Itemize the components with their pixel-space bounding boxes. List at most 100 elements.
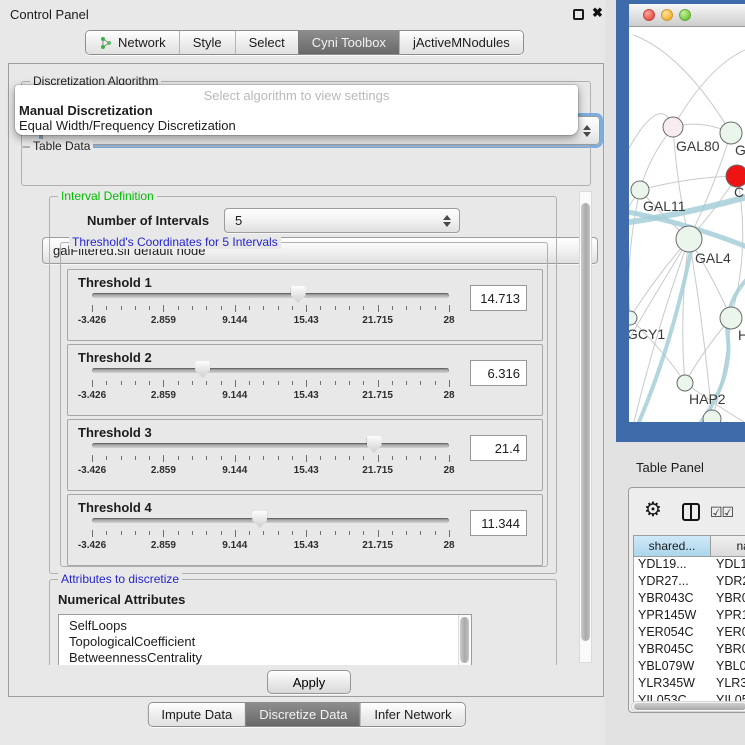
- slider-thumb[interactable]: [252, 511, 267, 528]
- threshold-4-value-input[interactable]: 11.344: [470, 510, 527, 536]
- table-cell[interactable]: YPR145W: [712, 608, 745, 625]
- tick-mark: [392, 381, 393, 385]
- table-horizontal-scrollbar[interactable]: [631, 701, 745, 712]
- tick-mark: [135, 531, 136, 535]
- threshold-3-slider[interactable]: -3.4262.8599.14415.4321.71528: [92, 434, 449, 478]
- threshold-4-slider[interactable]: -3.4262.8599.14415.4321.71528: [92, 509, 449, 553]
- numerical-attributes-list[interactable]: SelfLoopsTopologicalCoefficientBetweenne…: [58, 614, 472, 665]
- num-intervals-combo[interactable]: 5: [224, 208, 460, 233]
- threshold-2-value-input[interactable]: 6.316: [470, 360, 527, 386]
- network-edge[interactable]: [673, 49, 745, 127]
- threshold-1-slider[interactable]: -3.4262.8599.14415.4321.71528: [92, 284, 449, 328]
- network-node-hap2[interactable]: [677, 375, 693, 391]
- slider-track[interactable]: [92, 518, 449, 523]
- table-row[interactable]: YBL079WYBL079W: [634, 659, 745, 676]
- scrollbar-thumb[interactable]: [460, 617, 469, 663]
- network-node-gcy1[interactable]: [629, 311, 637, 325]
- table-cell[interactable]: YPR145W: [634, 608, 712, 625]
- column-layout-icon[interactable]: [682, 503, 700, 521]
- tab-jactivemnodules[interactable]: jActiveMNodules: [399, 31, 523, 54]
- tab-network[interactable]: Network: [86, 31, 179, 54]
- tab-cyni-toolbox[interactable]: Cyni Toolbox: [298, 31, 399, 54]
- table-cell[interactable]: YBR045C: [712, 642, 745, 659]
- tick-label: 28: [443, 390, 454, 401]
- table-cell[interactable]: YDL19: [712, 557, 745, 574]
- slider-track[interactable]: [92, 293, 449, 298]
- slider-track[interactable]: [92, 368, 449, 373]
- table-row[interactable]: YPR145WYPR145W: [634, 608, 745, 625]
- minimize-traffic-light-icon[interactable]: [661, 9, 673, 21]
- tick-mark: [363, 531, 364, 535]
- tick-mark: [435, 306, 436, 310]
- table-cell[interactable]: YBR045C: [634, 642, 712, 659]
- float-window-icon[interactable]: [573, 9, 584, 20]
- tab-infer-network[interactable]: Infer Network: [360, 703, 464, 726]
- table-cell[interactable]: YDR27: [712, 574, 745, 591]
- table-cell[interactable]: YER054C: [634, 625, 712, 642]
- slider-track[interactable]: [92, 443, 449, 448]
- network-edge[interactable]: [640, 127, 673, 190]
- select-columns-icon[interactable]: ☑☑: [710, 504, 733, 521]
- table-row[interactable]: YDL19...YDL19: [634, 557, 745, 574]
- table-body[interactable]: YDL19...YDL19YDR27...YDR27YBR043CYBR043C…: [633, 557, 745, 702]
- slider-thumb[interactable]: [291, 286, 306, 303]
- tick-mark: [106, 381, 107, 385]
- dropdown-option-equal-width[interactable]: Equal Width/Frequency Discretization: [15, 118, 578, 133]
- close-traffic-light-icon[interactable]: [643, 9, 655, 21]
- network-edge[interactable]: [629, 190, 640, 318]
- table-cell[interactable]: YDL19...: [634, 557, 712, 574]
- column-header-shared-name[interactable]: shared...: [633, 535, 711, 557]
- tab-style[interactable]: Style: [179, 31, 235, 54]
- table-cell[interactable]: YBL079W: [712, 659, 745, 676]
- table-row[interactable]: YER054CYER054C: [634, 625, 745, 642]
- table-cell[interactable]: YBR043C: [634, 591, 712, 608]
- network-canvas[interactable]: GAL80GACGAL11GAL4GCY1HHAP2: [629, 27, 745, 422]
- column-header-name[interactable]: name: [711, 535, 745, 557]
- table-row[interactable]: YDR27...YDR27: [634, 574, 745, 591]
- tick-mark: [378, 455, 379, 462]
- tab-discretize-data[interactable]: Discretize Data: [245, 703, 360, 726]
- table-cell[interactable]: YER054C: [712, 625, 745, 642]
- network-node-h[interactable]: [720, 307, 742, 329]
- panel-vertical-scrollbar[interactable]: [579, 191, 592, 663]
- table-row[interactable]: YBR043CYBR043C: [634, 591, 745, 608]
- network-node-ga[interactable]: [720, 122, 742, 144]
- tick-mark: [135, 306, 136, 310]
- table-row[interactable]: YBR045CYBR045C: [634, 642, 745, 659]
- dropdown-option-manual[interactable]: Manual Discretization: [15, 103, 578, 118]
- attribute-item-selfloops[interactable]: SelfLoops: [59, 618, 457, 634]
- slider-tick-labels: -3.4262.8599.14415.4321.71528: [92, 540, 449, 552]
- network-node-gal11[interactable]: [631, 181, 649, 199]
- table-cell[interactable]: YLR345W: [712, 676, 745, 693]
- threshold-1-value-input[interactable]: 14.713: [470, 285, 527, 311]
- attribute-item-betweennesscentrality[interactable]: BetweennessCentrality: [59, 650, 457, 665]
- settings-gear-icon[interactable]: ⚙: [644, 500, 662, 520]
- table-cell[interactable]: YBL079W: [634, 659, 712, 676]
- network-edge[interactable]: [640, 176, 737, 190]
- slider-thumb[interactable]: [195, 361, 210, 378]
- network-node-gal80[interactable]: [663, 117, 683, 137]
- tick-label: -3.426: [78, 465, 106, 476]
- list-vertical-scrollbar[interactable]: [458, 615, 471, 665]
- apply-button[interactable]: Apply: [267, 670, 351, 694]
- close-icon[interactable]: ✖: [592, 5, 603, 21]
- slider-thumb[interactable]: [367, 436, 382, 453]
- scrollbar-thumb[interactable]: [581, 203, 590, 641]
- zoom-traffic-light-icon[interactable]: [679, 9, 691, 21]
- tab-select[interactable]: Select: [235, 31, 298, 54]
- scrollbar-thumb[interactable]: [634, 703, 745, 710]
- tick-label: 21.715: [362, 390, 393, 401]
- table-cell[interactable]: YDR27...: [634, 574, 712, 591]
- table-row[interactable]: YLR345WYLR345W: [634, 676, 745, 693]
- tick-label: 2.859: [151, 390, 176, 401]
- network-node-gal4[interactable]: [676, 226, 702, 252]
- network-window-titlebar: [629, 4, 745, 27]
- tab-impute-data[interactable]: Impute Data: [148, 703, 245, 726]
- table-cell[interactable]: YBR043C: [712, 591, 745, 608]
- attribute-item-topologicalcoefficient[interactable]: TopologicalCoefficient: [59, 634, 457, 650]
- threshold-3-value-input[interactable]: 21.4: [470, 435, 527, 461]
- threshold-2-slider[interactable]: -3.4262.8599.14415.4321.71528: [92, 359, 449, 403]
- network-edge[interactable]: [634, 35, 731, 133]
- network-edge[interactable]: [630, 239, 689, 318]
- table-cell[interactable]: YLR345W: [634, 676, 712, 693]
